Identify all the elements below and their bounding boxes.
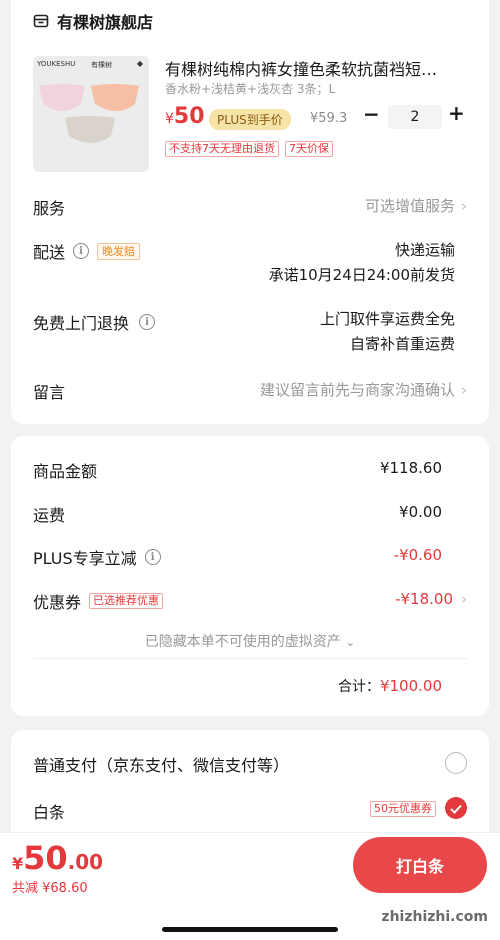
bottom-price-dec: .00 xyxy=(67,850,104,874)
service-label: 服务 xyxy=(33,199,66,218)
product-title[interactable]: 有棵树纯棉内裤女撞色柔软抗菌裆短… xyxy=(165,56,437,80)
free-return-line1: 上门取件享运费全免 xyxy=(319,310,455,328)
goods-amount-label: 商品金额 xyxy=(33,462,98,481)
product-price: ¥ 50 xyxy=(165,104,205,129)
service-value: 可选增值服务 xyxy=(364,197,455,215)
check-icon xyxy=(450,799,462,818)
coupon-label: 优惠券 xyxy=(33,593,82,612)
price-value: 50 xyxy=(173,104,205,129)
product-tags: 不支持7天无理由退货 7天价保 xyxy=(165,141,333,157)
quantity-input[interactable]: 2 xyxy=(388,105,442,129)
product-swatches xyxy=(39,84,139,143)
normal-payment-radio[interactable] xyxy=(445,752,467,774)
store-header[interactable]: 有棵树旗舰店 xyxy=(33,9,153,33)
price-symbol: ¥ xyxy=(165,111,174,127)
shipping-value: ¥0.00 xyxy=(399,503,442,521)
normal-payment-label[interactable]: 普通支付（京东支付、微信支付等） xyxy=(33,752,289,776)
pay-button-label: 打白条 xyxy=(395,857,444,876)
hidden-assets-text: 已隐藏本单不可使用的虚拟资产 xyxy=(144,634,341,650)
coupon-label-group: 优惠券 已选推荐优惠 xyxy=(33,589,164,613)
coupon-row[interactable]: -¥18.00 › xyxy=(395,590,467,608)
bottom-price-int: 50 xyxy=(23,839,68,877)
pay-button[interactable]: 打白条 xyxy=(353,837,487,893)
baitiao-coupon-badge: 50元优惠券 xyxy=(370,801,436,817)
delivery-method[interactable]: 快递运输 xyxy=(395,239,455,260)
total-label: 合计： xyxy=(337,679,380,695)
baitiao-radio-checked[interactable] xyxy=(445,797,467,819)
total-value: ¥100.00 xyxy=(379,677,442,695)
quantity-plus-button[interactable]: + xyxy=(448,101,465,125)
plus-discount-value: -¥0.60 xyxy=(393,546,442,564)
original-price: ¥59.3 xyxy=(310,111,348,126)
free-return-line2: 自寄补首重运费 xyxy=(349,335,455,353)
info-icon[interactable]: i xyxy=(139,314,156,330)
chevron-right-icon: › xyxy=(461,590,467,608)
bottom-saved: 共减 ¥68.60 xyxy=(12,881,88,896)
store-name: 有棵树旗舰店 xyxy=(57,13,154,32)
home-indicator xyxy=(162,927,338,932)
free-return-label-group: 免费上门退换 i xyxy=(33,310,156,334)
goods-amount-value: ¥118.60 xyxy=(379,459,442,477)
total-row: 合计： ¥100.00 xyxy=(338,676,442,696)
price-summary-card: 商品金额 ¥118.60 运费 ¥0.00 PLUS专享立减 i -¥0.60 … xyxy=(11,436,489,716)
late-compensation-badge: 晚发赔 xyxy=(97,242,141,260)
chevron-right-icon: › xyxy=(461,196,467,215)
bottom-price-symbol: ¥ xyxy=(12,854,24,873)
message-input[interactable]: 建议留言前先与商家沟通确认 › xyxy=(260,379,467,400)
info-icon[interactable]: i xyxy=(73,243,90,259)
tag-price-protect: 7天价保 xyxy=(285,141,333,157)
summary-divider xyxy=(33,658,467,659)
service-row[interactable]: 可选增值服务 › xyxy=(365,195,467,216)
order-card-product: 有棵树旗舰店 YOUKESHU 有棵树 ◆ 有棵树纯棉内裤女撞色柔软抗菌裆短… … xyxy=(11,0,489,424)
message-label: 留言 xyxy=(33,383,66,402)
coupon-value: -¥18.00 xyxy=(395,590,453,608)
chevron-right-icon: › xyxy=(461,380,467,399)
shipping-label: 运费 xyxy=(33,506,66,525)
product-image[interactable]: YOUKESHU 有棵树 ◆ xyxy=(33,56,149,172)
free-return-label: 免费上门退换 xyxy=(33,314,130,333)
chevron-down-icon: ⌄ xyxy=(345,635,356,649)
coupon-recommended-badge: 已选推荐优惠 xyxy=(89,593,164,609)
baitiao-label[interactable]: 白条 xyxy=(33,799,65,823)
bottom-price: ¥ 50 .00 xyxy=(12,839,103,877)
delivery-promise: 承诺10月24日24:00前发货 xyxy=(268,266,455,284)
plus-discount-label: PLUS专享立减 xyxy=(33,549,137,568)
product-spec[interactable]: 香水粉+浅桔黄+浅灰杏 3条；L xyxy=(165,80,335,97)
plus-discount-label-group: PLUS专享立减 i xyxy=(33,545,161,569)
hidden-assets-toggle[interactable]: 已隐藏本单不可使用的虚拟资产 ⌄ xyxy=(11,631,489,651)
bottom-bar: ¥ 50 .00 共减 ¥68.60 打白条 zhizhizhi.com xyxy=(0,832,500,940)
plus-price-badge: PLUS到手价 xyxy=(209,109,291,130)
tag-no-return: 不支持7天无理由退货 xyxy=(165,141,279,157)
delivery-label-group: 配送 i 晚发赔 xyxy=(33,239,141,263)
store-icon xyxy=(33,13,49,29)
delivery-label: 配送 xyxy=(33,243,66,262)
watermark: zhizhizhi.com xyxy=(381,909,488,925)
message-placeholder: 建议留言前先与商家沟通确认 xyxy=(259,381,455,399)
quantity-minus-button[interactable]: − xyxy=(363,102,380,126)
info-icon[interactable]: i xyxy=(144,549,161,565)
